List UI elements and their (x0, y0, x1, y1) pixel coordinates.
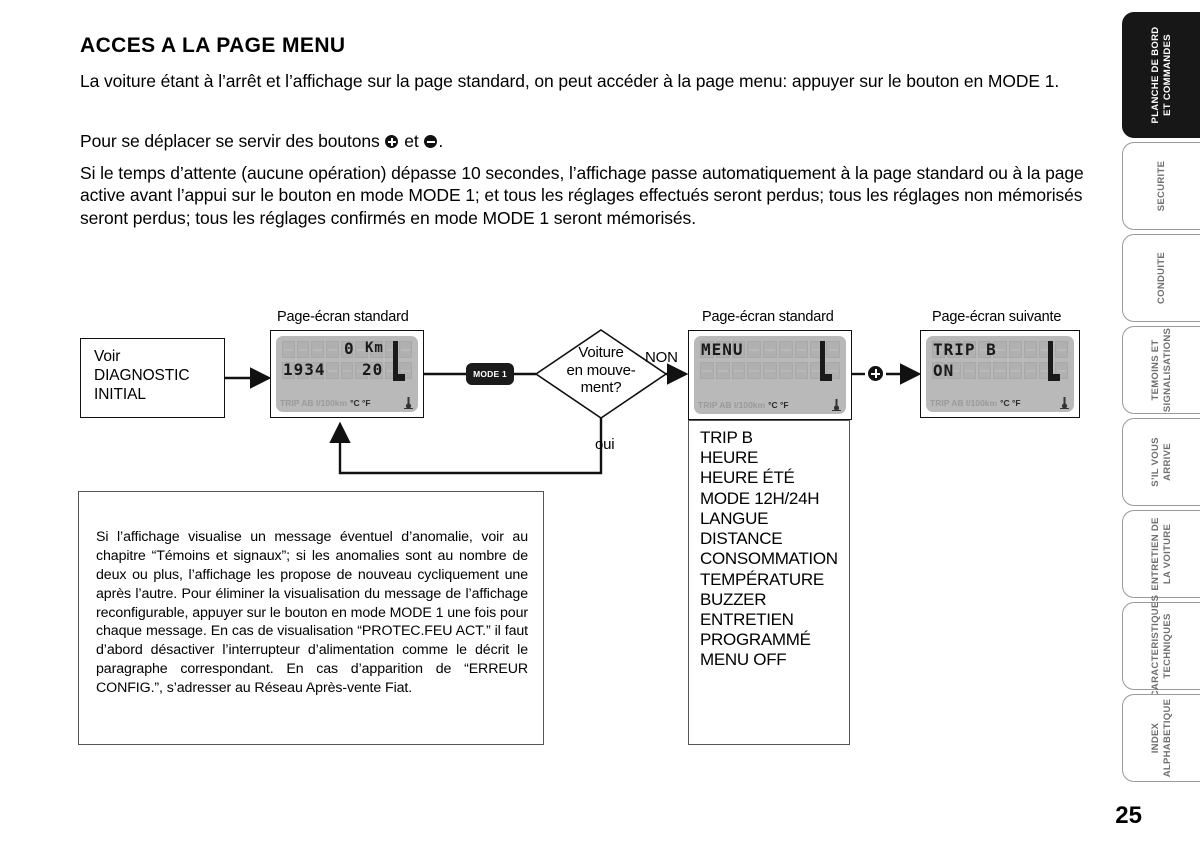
lcd-status-trip: TRIP AB l/100km (280, 398, 348, 408)
sidebar-item-label: S’IL VOUS ARRIVE (1149, 437, 1173, 487)
start-box-line-2: DIAGNOSTIC (94, 366, 190, 384)
lcd-screen-standard: 0 Km 1934 20 TRIP AB l/100km °C °F (276, 336, 418, 412)
caption-standard-left: Page-écran standard (277, 309, 409, 325)
menu-item[interactable]: TRIP B (700, 428, 838, 448)
sidebar-item-securite[interactable]: SECURITE (1122, 142, 1200, 230)
sidebar-item-label: INDEX ALPHABETIQUE (1149, 698, 1173, 778)
lcd-clock-value: 1934 (283, 360, 326, 379)
lcd-menu-segment-row-bottom (700, 362, 841, 379)
lcd-next-line-1: TRIP B (933, 340, 997, 359)
lcd-odometer-value: 0 (344, 339, 355, 358)
manual-page: ACCES A LA PAGE MENU La voiture étant à … (0, 0, 1105, 848)
menu-item[interactable]: TEMPÉRATURE (700, 570, 838, 590)
lcd-screen-next: TRIP B ON TRIP AB l/100km °C °F (926, 336, 1074, 412)
sidebar-item-temoins-et-signalisations[interactable]: TEMOINS ET SIGNALISATIONS (1122, 326, 1200, 414)
sidebar-item-label: CONDUITE (1155, 251, 1167, 305)
lcd-menu-gauge-foot (820, 374, 832, 381)
lcd-display-menu: MENU TRIP AB l/100km °C °F (688, 330, 852, 420)
mode-1-button[interactable]: MODE 1 (466, 363, 514, 385)
sidebar-item-planche-de-bord[interactable]: PLANCHE DE BORD ET COMMANDES (1122, 12, 1200, 138)
menu-item[interactable]: DISTANCE (700, 529, 838, 549)
sidebar-item-conduite[interactable]: CONDUITE (1122, 234, 1200, 322)
section-tabs: PLANCHE DE BORD ET COMMANDES SECURITE CON… (1105, 0, 1200, 848)
note-text: Si l’affichage visualise un message éven… (96, 529, 528, 696)
lcd-odometer-unit: Km (365, 340, 384, 356)
coolant-temp-icon (404, 397, 413, 409)
menu-item[interactable]: HEURE ÉTÉ (700, 468, 838, 488)
caption-next-screen: Page-écran suivante (932, 309, 1062, 325)
sidebar-item-label: ENTRETIEN DE LA VOITURE (1149, 517, 1173, 591)
lcd-next-gauge-foot (1048, 374, 1060, 381)
sidebar-item-label: PLANCHE DE BORD ET COMMANDES (1149, 26, 1173, 124)
lcd-next-status-bar: TRIP AB l/100km °C °F (930, 397, 1070, 409)
menu-item[interactable]: LANGUE (700, 509, 838, 529)
lcd-temperature-value: 20 (362, 360, 384, 379)
decision-line-2: en mouve- (566, 361, 636, 379)
edge-label-no: NON (645, 349, 678, 366)
lcd-display-standard: 0 Km 1934 20 TRIP AB l/100km °C °F (270, 330, 424, 418)
menu-item[interactable]: PROGRAMMÉ (700, 630, 838, 650)
lcd-screen-menu: MENU TRIP AB l/100km °C °F (694, 336, 846, 414)
plus-button[interactable] (868, 366, 883, 381)
start-box-line-3: INITIAL (94, 385, 146, 403)
page-number: 25 (1115, 802, 1142, 829)
sidebar-item-caracteristiques-techniques[interactable]: CARACTERISTIQUES TECHNIQUES (1122, 595, 1200, 697)
decision-label: Voiture en mouve- ment? (551, 344, 651, 397)
sidebar-item-entretien-de-la-voiture[interactable]: ENTRETIEN DE LA VOITURE (1122, 510, 1200, 598)
lcd-fuel-gauge-foot (393, 374, 405, 381)
sidebar-item-index-alphabetique[interactable]: INDEX ALPHABETIQUE (1122, 694, 1200, 782)
sidebar-item-label: TEMOINS ET SIGNALISATIONS (1149, 327, 1173, 413)
lcd-next-status-trip: TRIP AB l/100km (930, 398, 998, 408)
lcd-menu-status-trip: TRIP AB l/100km (698, 400, 766, 410)
lcd-next-line-2: ON (933, 361, 955, 380)
menu-items-list: TRIP B HEURE HEURE ÉTÉ MODE 12H/24H LANG… (700, 428, 838, 671)
menu-item[interactable]: MENU OFF (700, 650, 838, 670)
menu-item[interactable]: MODE 12H/24H (700, 489, 838, 509)
edge-label-yes: oui (595, 436, 615, 453)
coolant-temp-icon (832, 399, 841, 411)
flowchart: Page-écran standard Page-écran standard … (0, 0, 1105, 848)
sidebar-item-label: SECURITE (1155, 160, 1167, 212)
decision-line-1: Voiture (578, 344, 624, 361)
menu-item[interactable]: ENTRETIEN (700, 610, 838, 630)
menu-item[interactable]: HEURE (700, 448, 838, 468)
lcd-menu-status-bar: TRIP AB l/100km °C °F (698, 399, 842, 411)
lcd-display-next: TRIP B ON TRIP AB l/100km °C °F (920, 330, 1080, 418)
lcd-status-units: °C °F (350, 398, 371, 408)
coolant-temp-icon (1060, 397, 1069, 409)
start-box: Voir DIAGNOSTIC INITIAL (80, 338, 225, 418)
lcd-menu-title: MENU (701, 340, 744, 359)
sidebar-item-label: CARACTERISTIQUES TECHNIQUES (1149, 594, 1173, 698)
decision-line-3: ment? (580, 379, 622, 397)
sidebar-item-sil-vous-arrive[interactable]: S’IL VOUS ARRIVE (1122, 418, 1200, 506)
caption-standard-middle: Page-écran standard (702, 309, 834, 325)
menu-item[interactable]: CONSOMMATION (700, 549, 838, 569)
menu-item[interactable]: BUZZER (700, 590, 838, 610)
start-box-line-1: Voir (94, 348, 121, 365)
lcd-menu-status-units: °C °F (768, 400, 789, 410)
lcd-status-bar: TRIP AB l/100km °C °F (280, 397, 414, 409)
lcd-next-status-units: °C °F (1000, 398, 1021, 408)
